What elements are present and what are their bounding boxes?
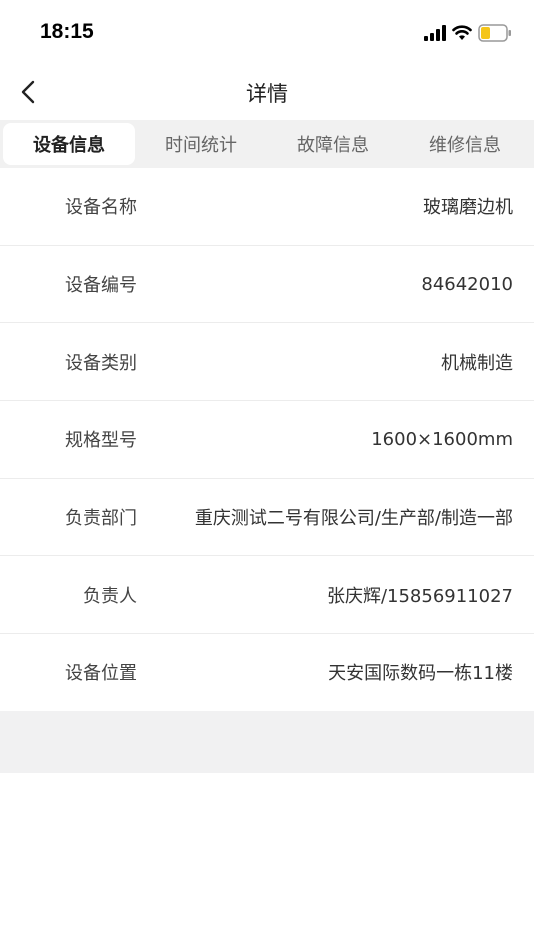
status-time: 18:15	[40, 20, 94, 43]
info-row-device-category: 设备类别 机械制造	[0, 323, 534, 402]
battery-icon	[478, 24, 511, 42]
wifi-icon	[452, 25, 472, 40]
tab-repair-info[interactable]: 维修信息	[399, 123, 531, 165]
field-label: 负责人	[83, 585, 137, 607]
field-label: 设备名称	[65, 197, 137, 219]
section-divider	[0, 711, 534, 773]
status-bar: 18:15	[0, 0, 534, 64]
cellular-signal-icon	[424, 25, 446, 41]
field-value: 天安国际数码一栋11楼	[328, 663, 513, 685]
field-value: 重庆测试二号有限公司/生产部/制造一部	[194, 508, 513, 530]
status-icons	[424, 22, 512, 44]
tab-bar: 设备信息 时间统计 故障信息 维修信息	[0, 120, 534, 168]
info-row-location: 设备位置 天安国际数码一栋11楼	[0, 634, 534, 712]
info-row-device-name: 设备名称 玻璃磨边机	[0, 168, 534, 246]
tab-fault-info[interactable]: 故障信息	[267, 123, 399, 165]
field-label: 设备位置	[65, 663, 137, 685]
field-value: 玻璃磨边机	[423, 197, 513, 219]
info-row-device-number: 设备编号 84642010	[0, 246, 534, 324]
field-label: 负责部门	[65, 508, 137, 530]
field-value: 1600×1600mm	[371, 428, 513, 450]
page-title: 详情	[246, 82, 288, 106]
info-row-department: 负责部门 重庆测试二号有限公司/生产部/制造一部	[0, 479, 534, 557]
navigation-bar: 详情	[0, 64, 534, 120]
device-info-list: 设备名称 玻璃磨边机 设备编号 84642010 设备类别 机械制造 规格型号 …	[0, 168, 534, 712]
tab-device-info[interactable]: 设备信息	[3, 123, 135, 165]
field-label: 设备类别	[65, 352, 137, 374]
info-row-spec-model: 规格型号 1600×1600mm	[0, 401, 534, 479]
tab-time-stats[interactable]: 时间统计	[135, 123, 267, 165]
info-row-person-in-charge: 负责人 张庆辉/15856911027	[0, 556, 534, 635]
field-label: 规格型号	[65, 430, 137, 452]
field-value: 84642010	[421, 273, 513, 295]
field-value: 机械制造	[441, 352, 513, 374]
field-label: 设备编号	[65, 275, 137, 297]
field-value: 张庆辉/15856911027	[326, 585, 513, 607]
